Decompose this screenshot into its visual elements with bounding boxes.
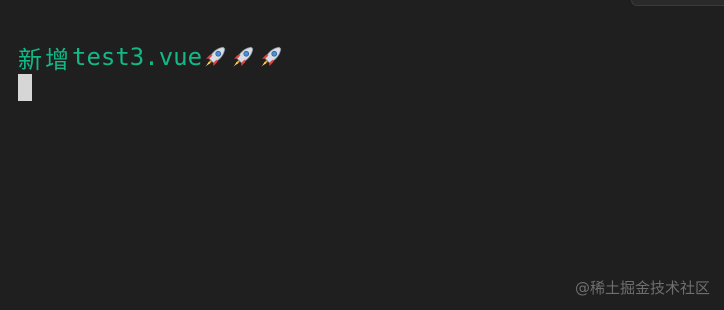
rocket-group	[202, 44, 286, 70]
rocket-icon	[261, 46, 282, 67]
terminal-window[interactable]: 新增 test3.vue @稀土掘金技术社区	[0, 0, 724, 310]
output-prefix: 新增	[18, 45, 72, 74]
output-filename: test3.vue	[72, 43, 203, 71]
rocket-icon	[205, 46, 226, 67]
watermark-text: @稀土掘金技术社区	[574, 279, 710, 297]
terminal-cursor[interactable]	[18, 74, 32, 101]
rocket-icon	[233, 46, 254, 67]
terminal-output-line: 新增 test3.vue	[18, 40, 286, 74]
window-tab-edge	[631, 0, 724, 6]
